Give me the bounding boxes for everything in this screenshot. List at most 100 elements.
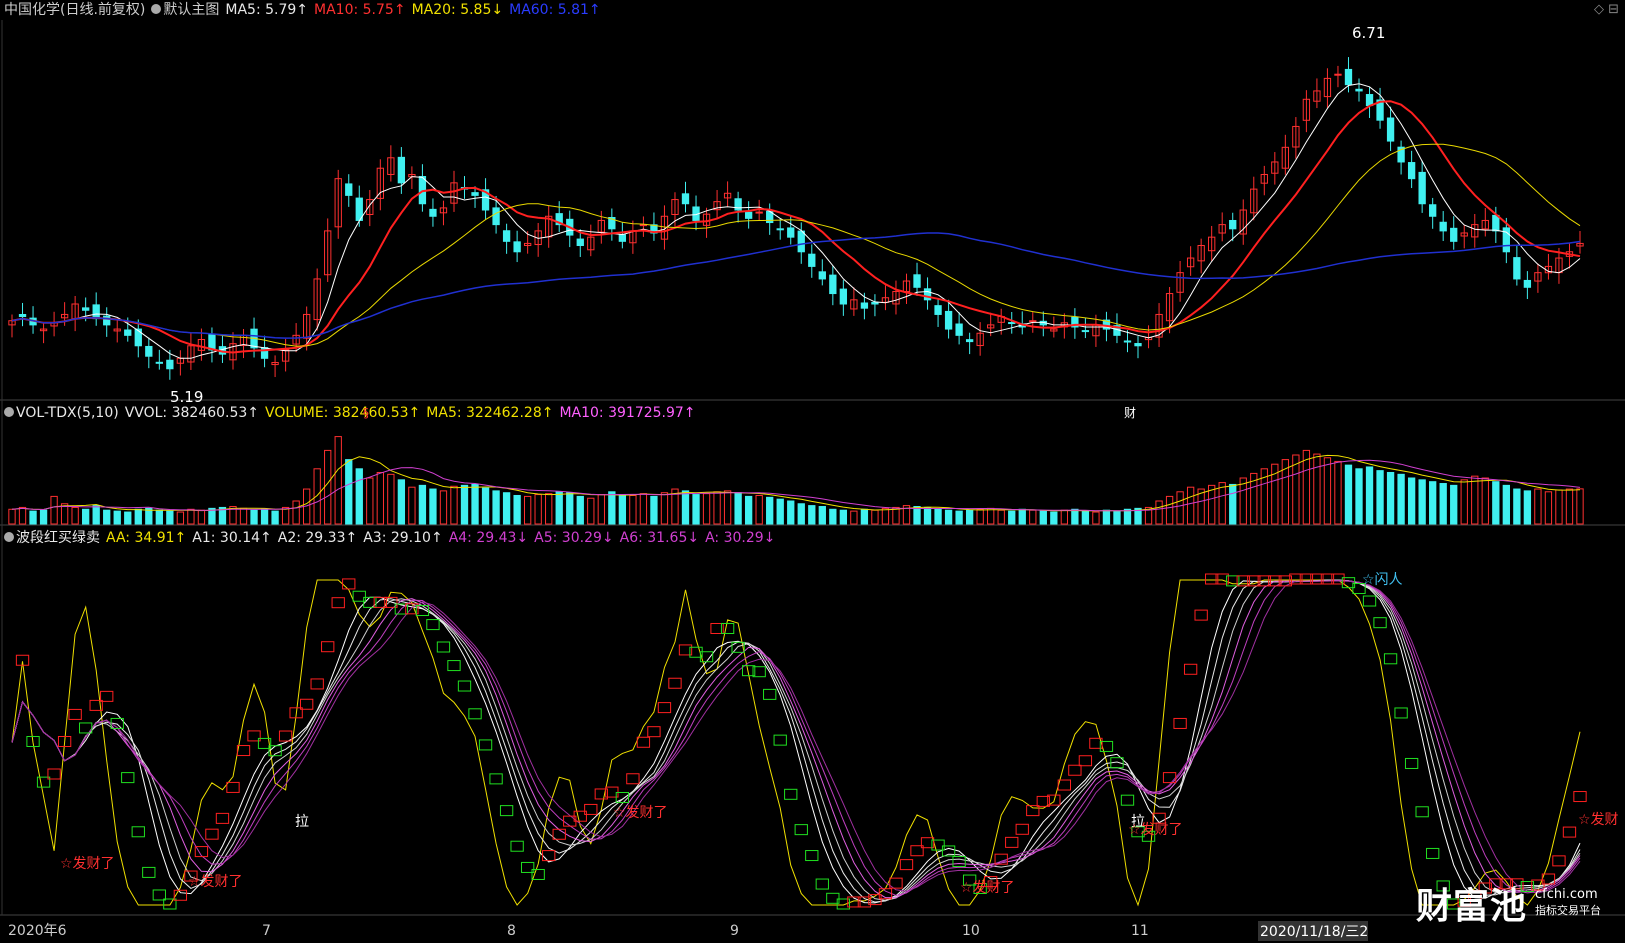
- candle-body: [124, 329, 132, 336]
- volume-bar: [1176, 491, 1184, 525]
- volume-bar: [324, 449, 332, 525]
- a1-line: [11, 579, 1581, 904]
- volume-bar: [934, 508, 942, 525]
- volume-bar: [92, 505, 100, 525]
- volume-bar: [860, 508, 869, 525]
- volume-bar: [787, 500, 795, 525]
- volume-bar: [1418, 479, 1426, 525]
- volume-bar: [1123, 508, 1132, 525]
- volume-bar: [597, 494, 605, 525]
- volume-bar: [1081, 510, 1090, 525]
- mark-cai: 财: [1124, 406, 1136, 420]
- volume-bar: [134, 508, 142, 525]
- volume-bar: [1386, 471, 1395, 525]
- sell-box: [1404, 757, 1419, 769]
- volume-bar: [734, 492, 742, 525]
- sell-box: [436, 641, 451, 653]
- volume-bar: [766, 496, 774, 525]
- buy-box: [647, 726, 661, 738]
- vol-ma10-line: [11, 459, 1581, 512]
- volume-bar: [418, 484, 427, 525]
- buy-box: [657, 702, 672, 714]
- sell-box: [142, 866, 156, 878]
- volume-bar: [71, 506, 79, 525]
- volume-bar: [1039, 510, 1047, 525]
- candle-body: [166, 359, 174, 370]
- volume-bar: [871, 509, 879, 525]
- mark-s: §: [363, 406, 369, 420]
- volume-bar: [408, 486, 416, 525]
- buy-box: [552, 828, 566, 840]
- volume-bar: [1060, 509, 1069, 525]
- volume-bar: [987, 507, 995, 525]
- volume-bar: [8, 508, 16, 525]
- stock-chart[interactable]: 6.71 5.19 § 财 拉 拉 ☆发财了 ☆发财了 ☆发财了 ☆发财了 ☆发…: [0, 0, 1625, 943]
- candle-body: [787, 227, 795, 238]
- volume-bar: [82, 508, 90, 525]
- buy-box: [636, 736, 651, 748]
- volume-bar: [1113, 510, 1121, 525]
- sell-box: [784, 788, 798, 800]
- buy-box: [331, 597, 345, 609]
- volume-bar: [113, 510, 121, 525]
- buy-box: [899, 859, 914, 871]
- volume-bar: [1008, 510, 1016, 525]
- volume-bar: [1481, 477, 1489, 525]
- x-axis: 2020年6 7 8 9 10 11 2020/11/18/三2: [8, 921, 1368, 941]
- volume-bar: [723, 490, 732, 525]
- volume-bar: [1155, 500, 1163, 525]
- volume-bar: [250, 509, 258, 525]
- sell-box: [468, 708, 482, 720]
- candle-body: [934, 305, 942, 315]
- candle-body: [1429, 204, 1437, 217]
- sell-box: [489, 773, 503, 785]
- candle-body: [1386, 117, 1395, 142]
- a5-line: [11, 580, 1581, 897]
- sell-box: [763, 688, 777, 700]
- volume-bar: [1102, 509, 1111, 525]
- volume-bar: [997, 509, 1005, 525]
- volume-bar: [124, 511, 132, 525]
- ma5-line: [11, 83, 1581, 359]
- sell-box: [131, 826, 145, 838]
- x-tick-label: 7: [262, 923, 271, 939]
- volume-bar: [271, 510, 279, 525]
- candle-body: [1134, 343, 1142, 347]
- volume-bar: [1018, 508, 1026, 525]
- volume-bar: [1165, 495, 1174, 525]
- volume-bar: [1565, 488, 1574, 525]
- sell-box: [1373, 617, 1387, 629]
- la-label-1: 拉: [295, 814, 309, 830]
- candle-body: [871, 301, 879, 305]
- cursor-date-label: 2020/11/18/三2: [1260, 924, 1368, 940]
- volume-bar: [1365, 466, 1374, 525]
- a6-line: [11, 580, 1581, 894]
- candle-body: [808, 253, 816, 267]
- shan-label: ☆闪人: [1362, 572, 1403, 588]
- volume-bar: [1460, 479, 1468, 525]
- volume-bar: [103, 509, 111, 525]
- volume-bar: [618, 494, 627, 525]
- volume-bar: [818, 506, 826, 525]
- candle-body: [776, 228, 784, 231]
- a2-line: [11, 579, 1581, 903]
- volume-bar: [639, 493, 648, 525]
- sell-box: [510, 840, 524, 852]
- sell-box: [447, 660, 461, 672]
- logo-sub: 指标交易平台: [1535, 904, 1601, 917]
- volume-bar: [429, 488, 437, 525]
- volume-bar: [660, 492, 669, 525]
- volume-bar: [155, 509, 163, 525]
- candle-body: [397, 156, 406, 184]
- volume-bar: [913, 506, 921, 525]
- candle-body: [1355, 88, 1363, 92]
- volume-bar: [650, 495, 658, 525]
- volume-bar: [397, 479, 406, 525]
- sell-box: [457, 680, 472, 692]
- candle-body: [955, 323, 963, 336]
- candle-body: [18, 313, 27, 318]
- volume-bar: [1492, 481, 1500, 525]
- volume-bar: [176, 511, 185, 525]
- volume-bar: [829, 508, 837, 525]
- volume-bar: [955, 510, 963, 525]
